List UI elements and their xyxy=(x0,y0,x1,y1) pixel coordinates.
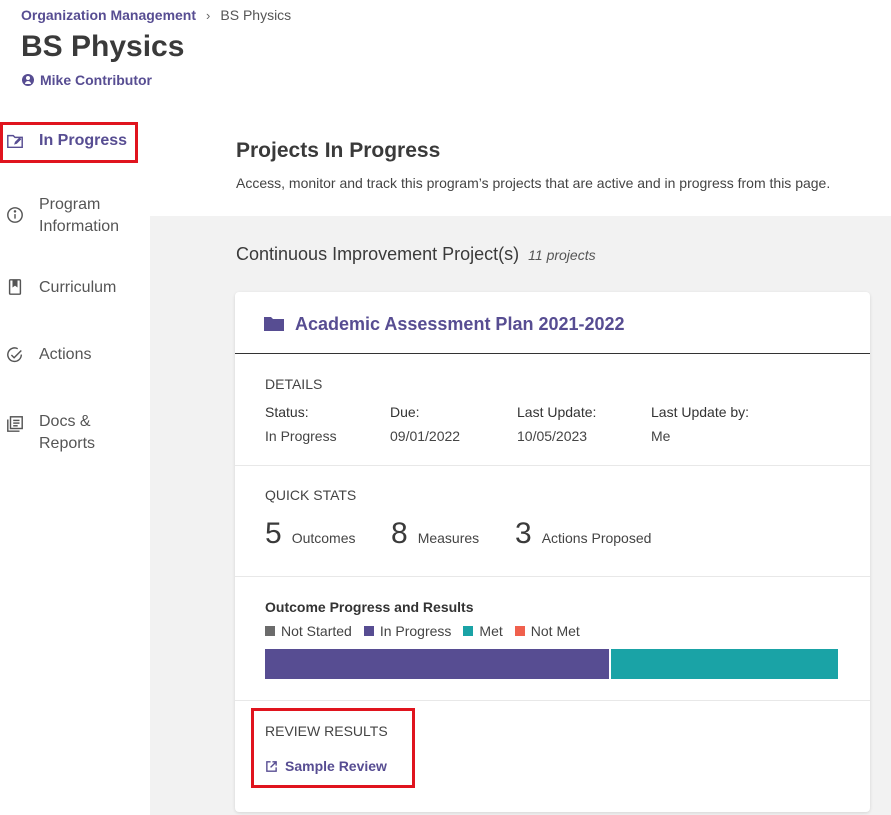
stat-number: 3 xyxy=(515,517,532,550)
sidebar-item-in-progress[interactable]: In Progress xyxy=(0,130,150,154)
legend-swatch xyxy=(463,626,474,636)
detail-last-update: Last Update: 10/05/2023 xyxy=(517,404,596,444)
detail-label: Status: xyxy=(265,404,309,420)
sidebar-item-actions[interactable]: Actions xyxy=(0,344,150,368)
legend-label: Met xyxy=(479,623,503,639)
page-header: Organization Management › BS Physics BS … xyxy=(0,0,891,110)
legend-swatch xyxy=(265,626,275,636)
detail-due: Due: 09/01/2022 xyxy=(390,404,460,444)
breadcrumb: Organization Management › BS Physics xyxy=(21,7,291,23)
check-circle-icon xyxy=(7,347,23,363)
sidebar-item-label: In Progress xyxy=(39,132,128,149)
legend-in-progress: In Progress xyxy=(363,623,452,639)
progress-legend: Not Started In Progress Met Not Met xyxy=(265,623,580,639)
detail-label: Last Update by: xyxy=(651,404,750,420)
breadcrumb-link-organization-management[interactable]: Organization Management xyxy=(21,7,196,23)
detail-value: In Progress xyxy=(265,428,337,444)
outcome-progress-section xyxy=(235,577,870,701)
sidebar-item-label: Actions xyxy=(39,346,92,363)
legend-not-met: Not Met xyxy=(514,623,580,639)
sample-review-label: Sample Review xyxy=(285,758,387,774)
external-link-icon xyxy=(266,760,277,772)
user-icon xyxy=(22,74,34,86)
outcome-progress-label: Outcome Progress and Results xyxy=(265,599,474,615)
main-header: Projects In Progress Access, monitor and… xyxy=(150,110,891,216)
section-heading-text: Continuous Improvement Project(s) xyxy=(236,244,520,264)
detail-value: 10/05/2023 xyxy=(517,428,588,444)
details-label: DETAILS xyxy=(265,376,323,392)
main-title: Projects In Progress xyxy=(236,139,441,162)
stat-measures: 8 Measures xyxy=(391,517,479,551)
legend-swatch xyxy=(363,626,374,636)
sidebar-item-label: Curriculum xyxy=(39,279,117,296)
stat-number: 8 xyxy=(391,517,408,550)
stat-label: Actions Proposed xyxy=(541,530,652,546)
main-description: Access, monitor and track this program’s… xyxy=(236,175,831,191)
legend-swatch xyxy=(514,626,525,636)
sidebar-item-docs-reports[interactable]: Docs & Reports xyxy=(0,411,150,457)
quick-stats-label: QUICK STATS xyxy=(265,487,357,503)
breadcrumb-current: BS Physics xyxy=(220,7,292,23)
project-card: Academic Assessment Plan 2021-2022 DETAI… xyxy=(235,292,870,812)
sidebar: In Progress Program Information Curricul… xyxy=(0,110,150,815)
info-icon xyxy=(7,207,23,223)
breadcrumb-separator: › xyxy=(206,7,211,23)
stat-actions-proposed: 3 Actions Proposed xyxy=(515,517,651,551)
stat-label: Measures xyxy=(417,530,480,546)
detail-label: Due: xyxy=(390,404,420,420)
detail-value: 09/01/2022 xyxy=(390,428,461,444)
review-results-label: REVIEW RESULTS xyxy=(265,723,388,739)
project-card-header: Academic Assessment Plan 2021-2022 xyxy=(235,292,870,354)
stat-number: 5 xyxy=(265,517,282,550)
sidebar-item-label: Program Information xyxy=(39,196,120,235)
page-title: BS Physics xyxy=(21,30,185,63)
project-count: 11 projects xyxy=(528,247,596,263)
contributor[interactable]: Mike Contributor xyxy=(22,72,152,88)
section-heading: Continuous Improvement Project(s) 11 pro… xyxy=(236,244,596,265)
legend-label: Not Started xyxy=(281,623,352,639)
detail-label: Last Update: xyxy=(517,404,597,420)
edit-folder-icon xyxy=(7,134,23,149)
detail-value: Me xyxy=(651,428,671,444)
detail-status: Status: In Progress xyxy=(265,404,337,444)
bookmark-icon xyxy=(8,279,22,295)
project-title-link[interactable]: Academic Assessment Plan 2021-2022 xyxy=(295,314,625,335)
sidebar-item-curriculum[interactable]: Curriculum xyxy=(0,277,150,301)
stat-outcomes: 5 Outcomes xyxy=(265,517,356,551)
legend-label: In Progress xyxy=(379,623,452,639)
outcome-progress-bar xyxy=(265,649,838,679)
sidebar-item-program-information[interactable]: Program Information xyxy=(0,194,150,240)
detail-last-update-by: Last Update by: Me xyxy=(651,404,749,444)
sample-review-link[interactable]: Sample Review xyxy=(265,758,387,774)
main-content: Projects In Progress Access, monitor and… xyxy=(150,110,891,815)
folder-icon xyxy=(264,317,284,331)
legend-label: Not Met xyxy=(530,623,580,639)
progress-segment-met xyxy=(608,649,838,679)
legend-met: Met xyxy=(463,623,503,639)
stat-label: Outcomes xyxy=(291,530,356,546)
progress-segment-in-progress xyxy=(265,649,609,679)
sidebar-item-label: Docs & Reports xyxy=(39,413,96,452)
contributor-name: Mike Contributor xyxy=(40,72,152,88)
legend-not-started: Not Started xyxy=(265,623,352,639)
documents-icon xyxy=(7,416,23,432)
